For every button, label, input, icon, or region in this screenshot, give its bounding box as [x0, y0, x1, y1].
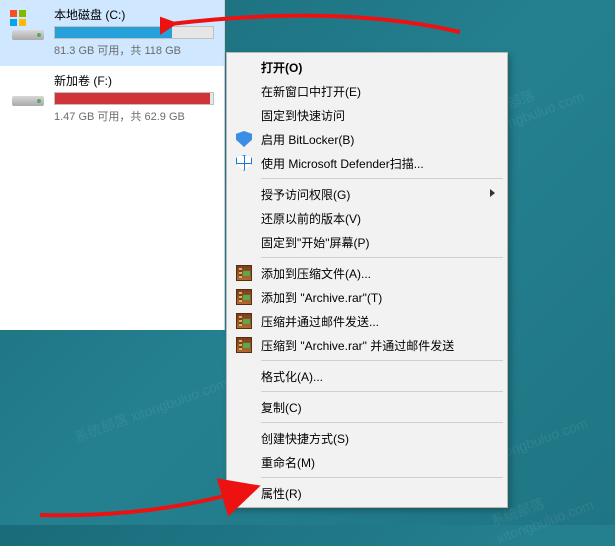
- menu-copy[interactable]: 复制(C): [229, 395, 505, 419]
- drive-stats: 81.3 GB 可用，共 118 GB: [54, 42, 214, 58]
- drive-usage-bar: [54, 26, 214, 39]
- menu-separator: [261, 391, 503, 392]
- shield-icon: [236, 131, 252, 147]
- menu-rar-add[interactable]: 添加到压缩文件(A)...: [229, 261, 505, 285]
- menu-separator: [261, 360, 503, 361]
- context-menu: 打开(O) 在新窗口中打开(E) 固定到快速访问 启用 BitLocker(B)…: [226, 52, 508, 508]
- menu-rename[interactable]: 重命名(M): [229, 450, 505, 474]
- winrar-icon: [236, 265, 252, 281]
- menu-properties[interactable]: 属性(R): [229, 481, 505, 505]
- defender-icon: [236, 155, 252, 171]
- drive-usage-bar: [54, 92, 214, 105]
- winrar-icon: [236, 337, 252, 353]
- menu-pin-quick-access[interactable]: 固定到快速访问: [229, 103, 505, 127]
- menu-separator: [261, 178, 503, 179]
- menu-rar-email-archive[interactable]: 压缩到 "Archive.rar" 并通过邮件发送: [229, 333, 505, 357]
- drive-name: 新加卷 (F:): [54, 72, 214, 89]
- menu-separator: [261, 422, 503, 423]
- winrar-icon: [236, 289, 252, 305]
- drive-stats: 1.47 GB 可用，共 62.9 GB: [54, 108, 214, 124]
- menu-format[interactable]: 格式化(A)...: [229, 364, 505, 388]
- menu-enable-bitlocker[interactable]: 启用 BitLocker(B): [229, 127, 505, 151]
- winrar-icon: [236, 313, 252, 329]
- menu-restore-versions[interactable]: 还原以前的版本(V): [229, 206, 505, 230]
- menu-rar-add-archive[interactable]: 添加到 "Archive.rar"(T): [229, 285, 505, 309]
- menu-open-new-window[interactable]: 在新窗口中打开(E): [229, 79, 505, 103]
- watermark: 系统部落 xitongbuluo.com: [71, 373, 230, 447]
- menu-pin-start[interactable]: 固定到"开始"屏幕(P): [229, 230, 505, 254]
- drive-icon: [10, 78, 46, 108]
- menu-rar-email[interactable]: 压缩并通过邮件发送...: [229, 309, 505, 333]
- drive-icon: [10, 12, 46, 42]
- explorer-drive-panel: 本地磁盘 (C:) 81.3 GB 可用，共 118 GB 新加卷 (F:) 1.47…: [0, 0, 225, 330]
- menu-separator: [261, 477, 503, 478]
- menu-grant-access[interactable]: 授予访问权限(G): [229, 182, 505, 206]
- drive-item[interactable]: 新加卷 (F:) 1.47 GB 可用，共 62.9 GB: [0, 66, 224, 132]
- drive-item[interactable]: 本地磁盘 (C:) 81.3 GB 可用，共 118 GB: [0, 0, 224, 66]
- drive-name: 本地磁盘 (C:): [54, 6, 214, 23]
- menu-defender-scan[interactable]: 使用 Microsoft Defender扫描...: [229, 151, 505, 175]
- menu-separator: [261, 257, 503, 258]
- chevron-right-icon: [490, 189, 495, 197]
- menu-create-shortcut[interactable]: 创建快捷方式(S): [229, 426, 505, 450]
- menu-open[interactable]: 打开(O): [229, 55, 505, 79]
- menu-open-label: 打开(O): [261, 59, 302, 76]
